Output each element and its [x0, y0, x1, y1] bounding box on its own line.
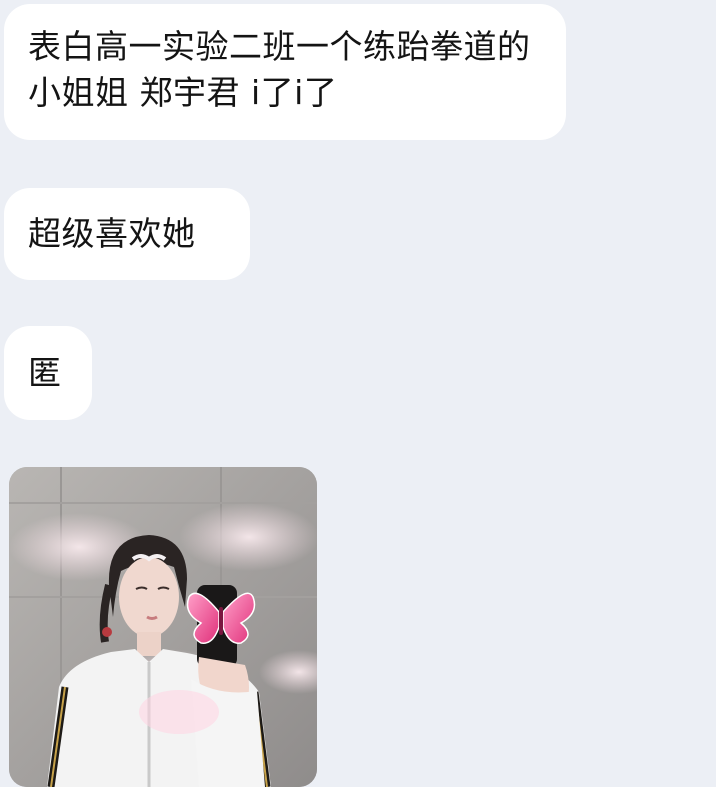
message-text: 表白高一实验二班一个练跆拳道的小姐姐 郑宇君 i了i了	[28, 27, 531, 112]
mirror-selfie-photo	[9, 467, 317, 787]
chat-thread: 表白高一实验二班一个练跆拳道的小姐姐 郑宇君 i了i了 超级喜欢她 匿	[0, 0, 716, 787]
message-bubble[interactable]: 匿	[4, 326, 92, 420]
message-text: 匿	[28, 353, 62, 392]
message-bubble[interactable]: 表白高一实验二班一个练跆拳道的小姐姐 郑宇君 i了i了	[4, 4, 566, 140]
message-bubble[interactable]: 超级喜欢她	[4, 188, 250, 280]
message-image[interactable]	[9, 467, 317, 787]
message-text: 超级喜欢她	[28, 214, 196, 253]
